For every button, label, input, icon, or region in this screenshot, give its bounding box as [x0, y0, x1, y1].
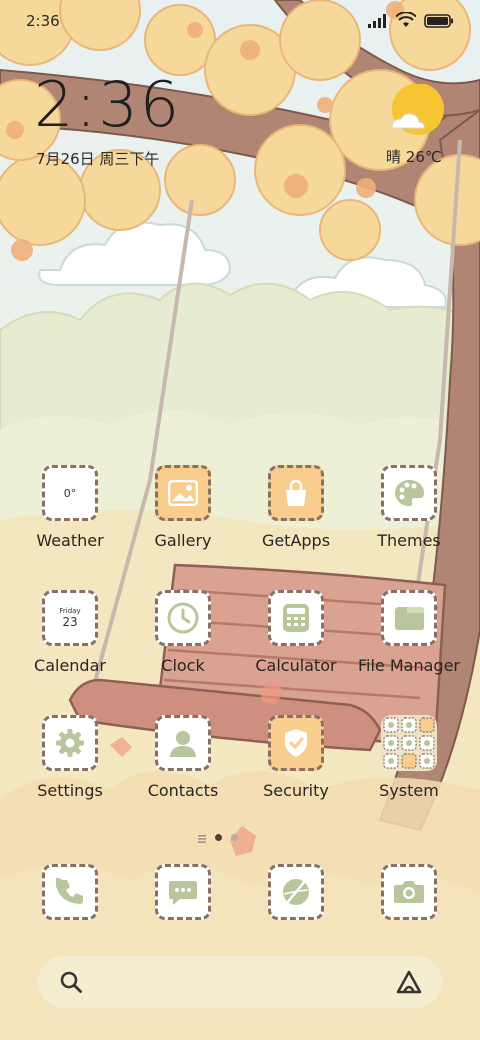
page-indicator[interactable] [198, 828, 238, 847]
weather-icon-temp: 0° [63, 486, 77, 500]
status-bar-icons [368, 11, 454, 32]
app-label: Calendar [34, 656, 106, 675]
search-bar[interactable] [38, 956, 442, 1008]
app-label: Weather [36, 531, 104, 550]
calendar-icon-day: Friday [59, 607, 81, 615]
weather-icon: 0° [42, 465, 98, 521]
signal-icon [368, 13, 388, 32]
weather-condition: 晴 [386, 148, 402, 166]
app-label: Security [263, 781, 329, 800]
app-label: Calculator [255, 656, 337, 675]
page-list-icon [198, 828, 206, 847]
app-getapps[interactable]: GetApps [241, 465, 351, 550]
app-label: Gallery [154, 531, 212, 550]
clock-widget-time[interactable]: 2:36 [34, 74, 181, 136]
folder-grid-icon [381, 715, 437, 771]
weather-text: 晴 26℃ [386, 146, 442, 167]
calculator-icon [268, 590, 324, 646]
app-label: File Manager [358, 656, 460, 675]
folder-icon [381, 590, 437, 646]
image-icon [155, 465, 211, 521]
calendar-icon: Friday 23 [42, 590, 98, 646]
assistant-icon[interactable] [396, 970, 422, 998]
app-label: System [379, 781, 439, 800]
app-label: Settings [37, 781, 103, 800]
weather-widget[interactable]: 晴 26℃ [384, 83, 448, 166]
app-gallery[interactable]: Gallery [128, 465, 238, 550]
sun-cloud-icon [384, 83, 444, 144]
page-dot-active [215, 834, 222, 841]
app-calculator[interactable]: Calculator [241, 590, 351, 675]
person-icon [155, 715, 211, 771]
camera-icon [381, 864, 437, 920]
gear-icon [42, 715, 98, 771]
calendar-icon-date: 23 [62, 615, 78, 629]
wifi-icon [395, 11, 417, 32]
search-icon[interactable] [60, 971, 82, 997]
app-calendar[interactable]: Friday 23 Calendar [15, 590, 125, 675]
battery-icon [424, 13, 454, 32]
clock-icon [155, 590, 211, 646]
app-weather[interactable]: 0° Weather [15, 465, 125, 550]
palette-icon [381, 465, 437, 521]
phone-icon [42, 864, 98, 920]
app-label: Contacts [147, 781, 219, 800]
app-settings[interactable]: Settings [15, 715, 125, 800]
clock-widget-date[interactable]: 7月26日 周三下午 [36, 148, 159, 169]
dock-camera[interactable] [354, 864, 464, 920]
app-label: Themes [377, 531, 441, 550]
app-contacts[interactable]: Contacts [128, 715, 238, 800]
dock-browser[interactable] [241, 864, 351, 920]
app-label: GetApps [261, 531, 331, 550]
page-dot [231, 834, 238, 841]
dock-phone[interactable] [15, 864, 125, 920]
status-bar-time: 2:36 [26, 12, 60, 30]
shopping-bag-icon [268, 465, 324, 521]
app-system-folder[interactable]: System [354, 715, 464, 800]
shield-check-icon [268, 715, 324, 771]
weather-temperature: 26℃ [405, 148, 442, 166]
app-file-manager[interactable]: File Manager [354, 590, 464, 675]
app-security[interactable]: Security [241, 715, 351, 800]
browser-icon [268, 864, 324, 920]
message-icon [155, 864, 211, 920]
dock-messages[interactable] [128, 864, 238, 920]
app-label: Clock [161, 656, 205, 675]
app-clock[interactable]: Clock [128, 590, 238, 675]
app-themes[interactable]: Themes [354, 465, 464, 550]
